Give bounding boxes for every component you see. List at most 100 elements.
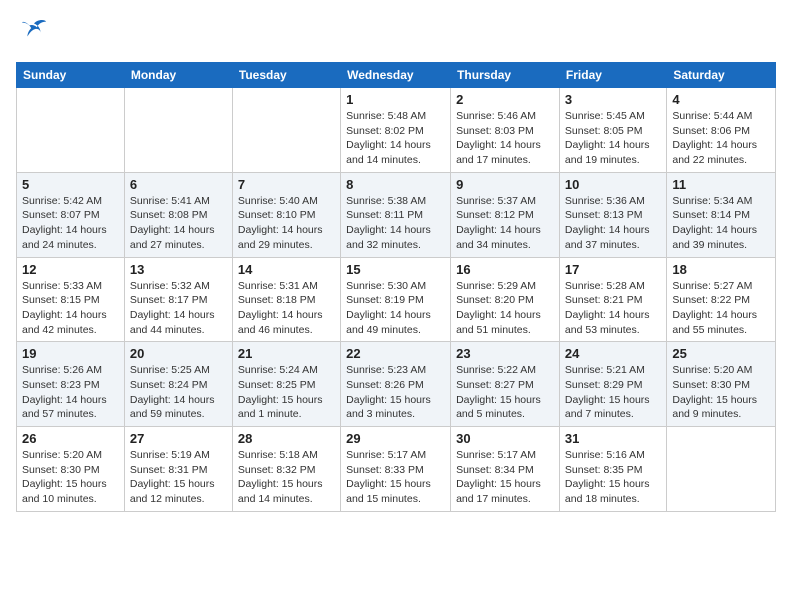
calendar-table: Sunday Monday Tuesday Wednesday Thursday… [16,62,776,512]
day-info: Sunrise: 5:25 AM Sunset: 8:24 PM Dayligh… [130,363,227,422]
col-wednesday: Wednesday [341,63,451,88]
calendar-cell: 20 Sunrise: 5:25 AM Sunset: 8:24 PM Dayli… [124,342,232,427]
calendar-week-row: 12Sunrise: 5:33 AM Sunset: 8:15 PM Dayli… [17,257,776,342]
day-info: Sunrise: 5:46 AM Sunset: 8:03 PM Dayligh… [456,109,554,168]
day-info: Sunrise: 5:19 AM Sunset: 8:31 PM Dayligh… [130,448,227,507]
calendar-week-row: 26 Sunrise: 5:20 AM Sunset: 8:30 PM Dayli… [17,427,776,512]
calendar-cell [124,88,232,173]
col-friday: Friday [559,63,666,88]
day-number: 22 [346,346,445,361]
day-number: 27 [130,431,227,446]
day-info: Sunrise: 5:22 AM Sunset: 8:27 PM Dayligh… [456,363,554,422]
day-number: 26 [22,431,119,446]
day-info: Sunrise: 5:17 AM Sunset: 8:34 PM Dayligh… [456,448,554,507]
calendar-cell: 14 Sunrise: 5:31 AM Sunset: 8:18 PM Dayli… [232,257,340,342]
day-info: Sunrise: 5:21 AM Sunset: 8:29 PM Dayligh… [565,363,661,422]
day-info: Sunrise: 5:32 AM Sunset: 8:17 PM Dayligh… [130,279,227,338]
col-thursday: Thursday [451,63,560,88]
day-number: 24 [565,346,661,361]
day-number: 11 [672,177,770,192]
day-info: Sunrise: 5:20 AM Sunset: 8:30 PM Dayligh… [22,448,119,507]
day-number: 30 [456,431,554,446]
day-number: 9 [456,177,554,192]
day-info: Sunrise: 5:26 AM Sunset: 8:23 PM Dayligh… [22,363,119,422]
calendar-cell: 23 Sunrise: 5:22 AM Sunset: 8:27 PM Dayli… [451,342,560,427]
day-info: Sunrise: 5:41 AM Sunset: 8:08 PM Dayligh… [130,194,227,253]
calendar-cell: 31 Sunrise: 5:16 AM Sunset: 8:35 PM Dayli… [559,427,666,512]
calendar-cell: 26 Sunrise: 5:20 AM Sunset: 8:30 PM Dayli… [17,427,125,512]
day-number: 13 [130,262,227,277]
calendar-cell: 7 Sunrise: 5:40 AM Sunset: 8:10 PM Daylig… [232,172,340,257]
day-info: Sunrise: 5:45 AM Sunset: 8:05 PM Dayligh… [565,109,661,168]
day-info: Sunrise: 5:44 AM Sunset: 8:06 PM Dayligh… [672,109,770,168]
logo-bird-icon [20,16,48,44]
day-number: 4 [672,92,770,107]
calendar-cell: 19 Sunrise: 5:26 AM Sunset: 8:23 PM Dayli… [17,342,125,427]
day-info: Sunrise: 5:23 AM Sunset: 8:26 PM Dayligh… [346,363,445,422]
day-info: Sunrise: 5:16 AM Sunset: 8:35 PM Dayligh… [565,448,661,507]
calendar-cell: 4 Sunrise: 5:44 AM Sunset: 8:06 PM Daylig… [667,88,776,173]
day-info: Sunrise: 5:28 AM Sunset: 8:21 PM Dayligh… [565,279,661,338]
day-number: 2 [456,92,554,107]
col-saturday: Saturday [667,63,776,88]
col-sunday: Sunday [17,63,125,88]
day-number: 29 [346,431,445,446]
calendar-week-row: 5 Sunrise: 5:42 AM Sunset: 8:07 PM Daylig… [17,172,776,257]
logo [16,16,48,50]
day-number: 7 [238,177,335,192]
calendar-cell: 29 Sunrise: 5:17 AM Sunset: 8:33 PM Dayli… [341,427,451,512]
day-number: 19 [22,346,119,361]
calendar-cell: 22 Sunrise: 5:23 AM Sunset: 8:26 PM Dayli… [341,342,451,427]
header-row: Sunday Monday Tuesday Wednesday Thursday… [17,63,776,88]
calendar-cell: 27 Sunrise: 5:19 AM Sunset: 8:31 PM Dayli… [124,427,232,512]
day-info: Sunrise: 5:31 AM Sunset: 8:18 PM Dayligh… [238,279,335,338]
day-info: Sunrise: 5:27 AM Sunset: 8:22 PM Dayligh… [672,279,770,338]
day-info: Sunrise: 5:48 AM Sunset: 8:02 PM Dayligh… [346,109,445,168]
day-number: 14 [238,262,335,277]
day-info: Sunrise: 5:37 AM Sunset: 8:12 PM Dayligh… [456,194,554,253]
calendar-cell: 24 Sunrise: 5:21 AM Sunset: 8:29 PM Dayli… [559,342,666,427]
calendar-cell: 3 Sunrise: 5:45 AM Sunset: 8:05 PM Daylig… [559,88,666,173]
calendar-cell: 15 Sunrise: 5:30 AM Sunset: 8:19 PM Dayli… [341,257,451,342]
day-info: Sunrise: 5:30 AM Sunset: 8:19 PM Dayligh… [346,279,445,338]
calendar-cell: 1Sunrise: 5:48 AM Sunset: 8:02 PM Daylig… [341,88,451,173]
day-number: 5 [22,177,119,192]
day-number: 31 [565,431,661,446]
page-header [16,16,776,50]
day-info: Sunrise: 5:34 AM Sunset: 8:14 PM Dayligh… [672,194,770,253]
calendar-cell: 11 Sunrise: 5:34 AM Sunset: 8:14 PM Dayli… [667,172,776,257]
calendar-cell [17,88,125,173]
calendar-cell: 12Sunrise: 5:33 AM Sunset: 8:15 PM Dayli… [17,257,125,342]
calendar-cell: 21 Sunrise: 5:24 AM Sunset: 8:25 PM Dayli… [232,342,340,427]
calendar-cell: 10Sunrise: 5:36 AM Sunset: 8:13 PM Dayli… [559,172,666,257]
day-number: 8 [346,177,445,192]
calendar-cell: 13 Sunrise: 5:32 AM Sunset: 8:17 PM Dayli… [124,257,232,342]
calendar-cell [667,427,776,512]
day-info: Sunrise: 5:18 AM Sunset: 8:32 PM Dayligh… [238,448,335,507]
day-number: 6 [130,177,227,192]
day-number: 25 [672,346,770,361]
calendar-cell: 30 Sunrise: 5:17 AM Sunset: 8:34 PM Dayli… [451,427,560,512]
day-number: 23 [456,346,554,361]
day-info: Sunrise: 5:29 AM Sunset: 8:20 PM Dayligh… [456,279,554,338]
day-info: Sunrise: 5:42 AM Sunset: 8:07 PM Dayligh… [22,194,119,253]
day-info: Sunrise: 5:17 AM Sunset: 8:33 PM Dayligh… [346,448,445,507]
day-info: Sunrise: 5:36 AM Sunset: 8:13 PM Dayligh… [565,194,661,253]
day-number: 28 [238,431,335,446]
calendar-cell: 25 Sunrise: 5:20 AM Sunset: 8:30 PM Dayli… [667,342,776,427]
day-info: Sunrise: 5:38 AM Sunset: 8:11 PM Dayligh… [346,194,445,253]
day-info: Sunrise: 5:20 AM Sunset: 8:30 PM Dayligh… [672,363,770,422]
day-number: 20 [130,346,227,361]
day-number: 15 [346,262,445,277]
day-info: Sunrise: 5:40 AM Sunset: 8:10 PM Dayligh… [238,194,335,253]
day-number: 21 [238,346,335,361]
day-number: 3 [565,92,661,107]
day-number: 12 [22,262,119,277]
calendar-cell: 16Sunrise: 5:29 AM Sunset: 8:20 PM Dayli… [451,257,560,342]
calendar-week-row: 1Sunrise: 5:48 AM Sunset: 8:02 PM Daylig… [17,88,776,173]
day-info: Sunrise: 5:24 AM Sunset: 8:25 PM Dayligh… [238,363,335,422]
day-number: 17 [565,262,661,277]
calendar-cell: 2 Sunrise: 5:46 AM Sunset: 8:03 PM Daylig… [451,88,560,173]
col-monday: Monday [124,63,232,88]
calendar-cell: 6 Sunrise: 5:41 AM Sunset: 8:08 PM Daylig… [124,172,232,257]
